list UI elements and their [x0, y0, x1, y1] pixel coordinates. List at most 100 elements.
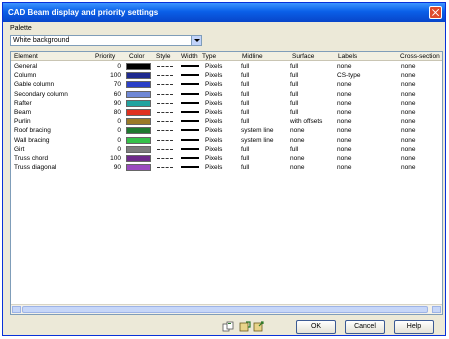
line-style-sample[interactable]	[157, 112, 173, 113]
column-header-labels[interactable]: Labels	[338, 52, 357, 61]
priority-value[interactable]: 0	[91, 126, 121, 135]
horizontal-scrollbar[interactable]	[11, 304, 442, 314]
line-width-sample[interactable]	[181, 111, 199, 113]
labels-value[interactable]: none	[337, 62, 351, 71]
column-header-midline[interactable]: Midline	[242, 52, 263, 61]
line-style-sample[interactable]	[157, 75, 173, 77]
table-row[interactable]: Gable column 70 Pixels full full none none	[11, 80, 442, 89]
midline-value[interactable]: system line	[241, 126, 274, 135]
priority-value[interactable]: 80	[91, 108, 121, 117]
line-style-sample[interactable]	[157, 121, 173, 123]
color-swatch[interactable]	[126, 81, 151, 89]
table-row[interactable]: Girt 0 Pixels full full none none	[11, 145, 442, 154]
type-value[interactable]: Pixels	[205, 145, 222, 154]
surface-value[interactable]: none	[290, 154, 304, 163]
priority-value[interactable]: 100	[91, 71, 121, 80]
line-width-sample[interactable]	[181, 65, 199, 67]
priority-value[interactable]: 90	[91, 99, 121, 108]
midline-value[interactable]: full	[241, 117, 249, 126]
save-icon[interactable]	[239, 321, 251, 332]
help-button[interactable]: Help	[394, 320, 434, 334]
labels-value[interactable]: none	[337, 145, 351, 154]
copy-icon[interactable]	[222, 321, 234, 332]
surface-value[interactable]: none	[290, 126, 304, 135]
surface-value[interactable]: full	[290, 145, 298, 154]
line-width-sample[interactable]	[181, 129, 199, 132]
cross-section-value[interactable]: none	[401, 71, 415, 80]
surface-value[interactable]: with offsets	[290, 117, 322, 126]
cross-section-value[interactable]: none	[401, 145, 415, 154]
color-swatch[interactable]	[126, 127, 151, 135]
type-value[interactable]: Pixels	[205, 80, 222, 89]
column-header-priority[interactable]: Priority	[95, 52, 115, 61]
table-row[interactable]: General 0 Pixels full full none none	[11, 62, 442, 71]
cross-section-value[interactable]: none	[401, 154, 415, 163]
labels-value[interactable]: CS-type	[337, 71, 360, 80]
cross-section-value[interactable]: none	[401, 108, 415, 117]
line-width-sample[interactable]	[181, 147, 199, 150]
midline-value[interactable]: system line	[241, 136, 274, 145]
line-style-sample[interactable]	[157, 167, 173, 169]
type-value[interactable]: Pixels	[205, 136, 222, 145]
labels-value[interactable]: none	[337, 154, 351, 163]
close-icon[interactable]	[429, 6, 442, 19]
color-swatch[interactable]	[126, 118, 151, 126]
surface-value[interactable]: none	[290, 136, 304, 145]
surface-value[interactable]: full	[290, 99, 298, 108]
type-value[interactable]: Pixels	[205, 163, 222, 172]
table-row[interactable]: Column 100 Pixels full full CS-type none	[11, 71, 442, 80]
column-header-element[interactable]: Element	[14, 52, 38, 61]
type-value[interactable]: Pixels	[205, 108, 222, 117]
labels-value[interactable]: none	[337, 80, 351, 89]
line-width-sample[interactable]	[181, 157, 199, 159]
surface-value[interactable]: full	[290, 80, 298, 89]
priority-value[interactable]: 90	[91, 163, 121, 172]
color-swatch[interactable]	[126, 72, 151, 80]
table-row[interactable]: Roof bracing 0 Pixels system line none none no…	[11, 126, 442, 135]
type-value[interactable]: Pixels	[205, 62, 222, 71]
column-header-width[interactable]: Width	[181, 52, 198, 61]
line-style-sample[interactable]	[157, 148, 173, 150]
surface-value[interactable]: full	[290, 90, 298, 99]
color-swatch[interactable]	[126, 155, 151, 162]
color-swatch[interactable]	[126, 99, 151, 107]
midline-value[interactable]: full	[241, 62, 249, 71]
line-style-sample[interactable]	[157, 158, 173, 159]
surface-value[interactable]: full	[290, 108, 298, 117]
line-style-sample[interactable]	[157, 139, 173, 141]
labels-value[interactable]: none	[337, 117, 351, 126]
column-header-style[interactable]: Style	[156, 52, 170, 61]
table-row[interactable]: Beam 80 Pixels full full none none	[11, 108, 442, 117]
cross-section-value[interactable]: none	[401, 80, 415, 89]
color-swatch[interactable]	[126, 109, 151, 116]
type-value[interactable]: Pixels	[205, 99, 222, 108]
table-row[interactable]: Wall bracing 0 Pixels system line none none no…	[11, 136, 442, 145]
cross-section-value[interactable]: none	[401, 99, 415, 108]
midline-value[interactable]: full	[241, 80, 249, 89]
line-style-sample[interactable]	[157, 130, 173, 132]
labels-value[interactable]: none	[337, 126, 351, 135]
priority-value[interactable]: 60	[91, 90, 121, 99]
color-swatch[interactable]	[126, 164, 151, 172]
table-row[interactable]: Secondary column 60 Pixels full full none none	[11, 90, 442, 99]
load-icon[interactable]	[253, 321, 265, 332]
color-swatch[interactable]	[126, 136, 151, 144]
priority-value[interactable]: 0	[91, 136, 121, 145]
midline-value[interactable]: full	[241, 163, 249, 172]
labels-value[interactable]: none	[337, 90, 351, 99]
column-header-cross-section[interactable]: Cross-section	[400, 52, 440, 61]
cross-section-value[interactable]: none	[401, 136, 415, 145]
midline-value[interactable]: full	[241, 154, 249, 163]
cross-section-value[interactable]: none	[401, 62, 415, 71]
cross-section-value[interactable]: none	[401, 126, 415, 135]
table-row[interactable]: Purlin 0 Pixels full with offsets none none	[11, 117, 442, 126]
scroll-left-icon[interactable]	[12, 306, 21, 313]
table-row[interactable]: Truss chord 100 Pixels full none none none	[11, 154, 442, 163]
labels-value[interactable]: none	[337, 136, 351, 145]
midline-value[interactable]: full	[241, 108, 249, 117]
priority-value[interactable]: 100	[91, 154, 121, 163]
priority-value[interactable]: 0	[91, 117, 121, 126]
scrollbar-thumb[interactable]	[22, 306, 428, 313]
cross-section-value[interactable]: none	[401, 90, 415, 99]
line-width-sample[interactable]	[181, 92, 199, 95]
